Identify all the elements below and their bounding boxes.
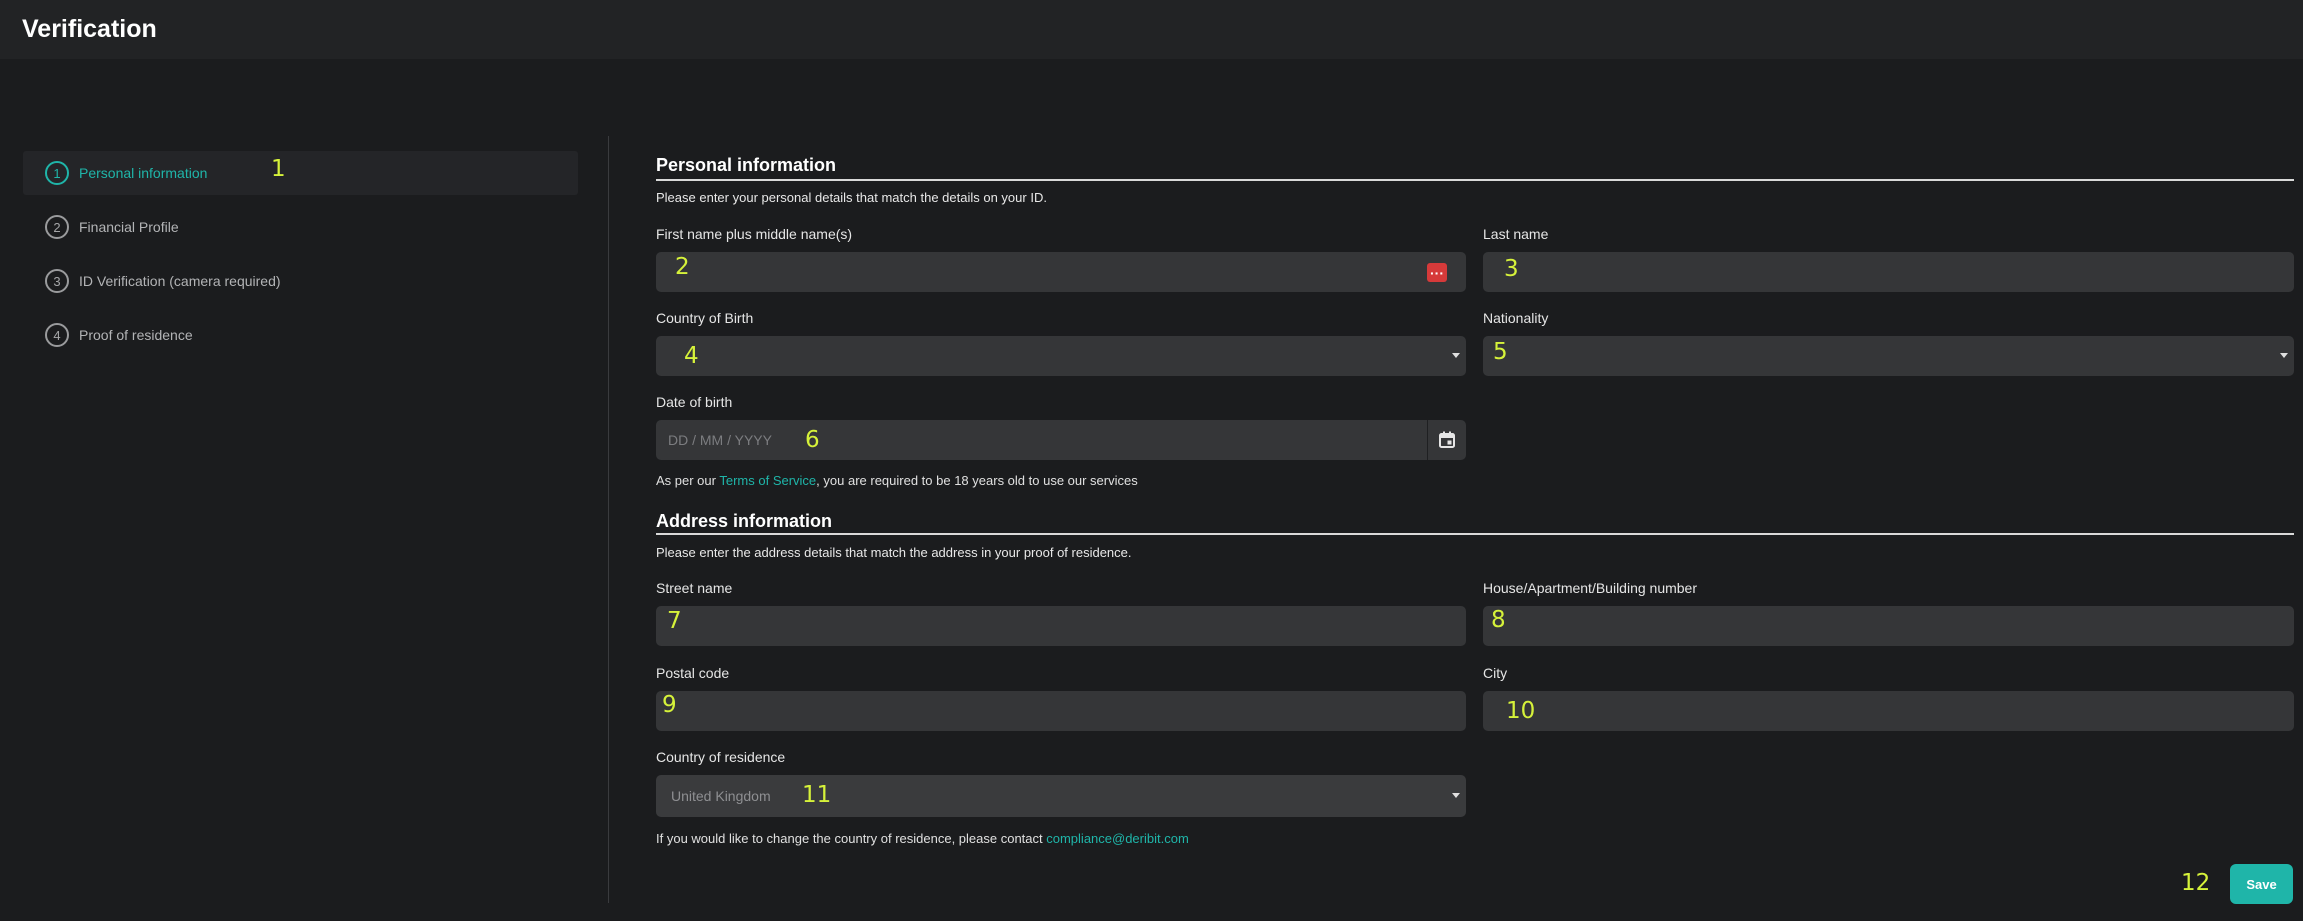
last-name-input[interactable] bbox=[1483, 252, 2294, 292]
nationality-label: Nationality bbox=[1483, 310, 1549, 326]
section-rule bbox=[656, 533, 2294, 535]
step-number-circle: 2 bbox=[45, 215, 69, 239]
country-change-note: If you would like to change the country … bbox=[656, 831, 1189, 846]
country-of-residence-label: Country of residence bbox=[656, 749, 786, 765]
annotation-marker: 11 bbox=[802, 782, 832, 808]
address-section-description: Please enter the address details that ma… bbox=[656, 545, 1132, 560]
last-name-label: Last name bbox=[1483, 226, 1549, 242]
house-number-input[interactable] bbox=[1483, 606, 2294, 646]
country-of-residence-value: United Kingdom bbox=[671, 788, 771, 804]
annotation-marker: 10 bbox=[1506, 698, 1536, 724]
save-button[interactable]: Save bbox=[2230, 864, 2293, 904]
sidebar-step-personal-information[interactable]: 1 Personal information bbox=[23, 151, 578, 195]
last-name-field[interactable] bbox=[1483, 252, 2294, 292]
calendar-separator bbox=[1427, 420, 1428, 460]
annotation-marker: 3 bbox=[1504, 256, 1519, 282]
age-note-suffix: , you are required to be 18 years old to… bbox=[816, 473, 1138, 488]
page-title: Verification bbox=[22, 15, 157, 43]
chevron-down-icon bbox=[1452, 353, 1460, 358]
personal-section-title: Personal information bbox=[656, 155, 837, 175]
section-rule bbox=[656, 179, 2294, 181]
terms-of-service-link[interactable]: Terms of Service bbox=[719, 473, 816, 488]
sidebar-divider bbox=[608, 136, 609, 903]
step-label: Proof of residence bbox=[79, 327, 193, 343]
compliance-email-link[interactable]: compliance@deribit.com bbox=[1046, 831, 1189, 846]
annotation-marker: 4 bbox=[684, 343, 699, 369]
step-label: Personal information bbox=[79, 165, 208, 181]
address-section-title: Address information bbox=[656, 511, 833, 531]
step-number-circle: 1 bbox=[45, 161, 69, 185]
annotation-marker: 7 bbox=[667, 608, 682, 634]
first-name-input[interactable] bbox=[656, 252, 1466, 292]
sidebar-step-id-verification[interactable]: 3 ID Verification (camera required) bbox=[23, 259, 578, 303]
street-name-input[interactable] bbox=[656, 606, 1466, 646]
age-requirement-note: As per our Terms of Service, you are req… bbox=[656, 473, 1138, 488]
nationality-select[interactable] bbox=[1483, 336, 2294, 376]
password-dots-icon[interactable]: ··· bbox=[1427, 263, 1447, 282]
annotation-marker: 6 bbox=[805, 427, 820, 453]
sidebar-step-financial-profile[interactable]: 2 Financial Profile bbox=[23, 205, 578, 249]
date-of-birth-label: Date of birth bbox=[656, 394, 733, 410]
step-label: ID Verification (camera required) bbox=[79, 273, 281, 289]
date-of-birth-field[interactable] bbox=[656, 420, 1466, 460]
street-name-label: Street name bbox=[656, 580, 733, 596]
step-number-circle: 4 bbox=[45, 323, 69, 347]
postal-code-input[interactable] bbox=[656, 691, 1466, 731]
street-name-field[interactable] bbox=[656, 606, 1466, 646]
annotation-marker: 8 bbox=[1491, 607, 1506, 633]
annotation-marker: 1 bbox=[271, 156, 286, 182]
postal-code-field[interactable] bbox=[656, 691, 1466, 731]
step-number-circle: 3 bbox=[45, 269, 69, 293]
step-label: Financial Profile bbox=[79, 219, 179, 235]
annotation-marker: 12 bbox=[2181, 870, 2211, 896]
date-of-birth-input[interactable] bbox=[656, 420, 1466, 460]
country-of-birth-select[interactable] bbox=[656, 336, 1466, 376]
calendar-icon[interactable] bbox=[1439, 431, 1455, 448]
annotation-marker: 2 bbox=[675, 254, 690, 280]
sidebar-step-proof-of-residence[interactable]: 4 Proof of residence bbox=[23, 313, 578, 357]
first-name-field[interactable]: ··· bbox=[656, 252, 1466, 292]
contact-note-prefix: If you would like to change the country … bbox=[656, 831, 1047, 846]
chevron-down-icon bbox=[1452, 793, 1460, 798]
country-of-birth-label: Country of Birth bbox=[656, 310, 754, 326]
city-input[interactable] bbox=[1483, 691, 2294, 731]
annotation-marker: 5 bbox=[1493, 339, 1508, 365]
postal-code-label: Postal code bbox=[656, 665, 730, 681]
first-name-label: First name plus middle name(s) bbox=[656, 226, 853, 242]
chevron-down-icon bbox=[2280, 353, 2288, 358]
city-label: City bbox=[1483, 665, 1508, 681]
house-number-field[interactable] bbox=[1483, 606, 2294, 646]
top-bar: Verification bbox=[0, 0, 2303, 59]
personal-section-description: Please enter your personal details that … bbox=[656, 190, 1047, 205]
age-note-prefix: As per our bbox=[656, 473, 720, 488]
city-field[interactable] bbox=[1483, 691, 2294, 731]
house-number-label: House/Apartment/Building number bbox=[1483, 580, 1698, 596]
annotation-marker: 9 bbox=[662, 692, 677, 718]
country-of-residence-select[interactable]: United Kingdom bbox=[656, 775, 1466, 817]
